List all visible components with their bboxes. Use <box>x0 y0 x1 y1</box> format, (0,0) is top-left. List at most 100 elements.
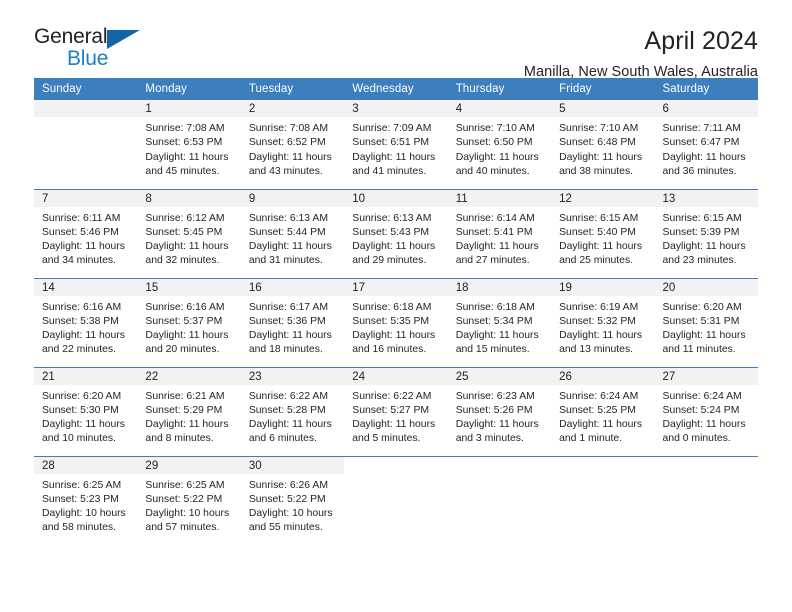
calendar-day-cell[interactable]: 22 Sunrise: 6:21 AM Sunset: 5:29 PM Dayligh… <box>137 366 241 456</box>
daylight-duration-line1: Daylight: 11 hours <box>559 419 643 431</box>
calendar-day-cell[interactable]: 2 Sunrise: 7:08 AM Sunset: 6:52 PM Daylight… <box>240 100 345 189</box>
calendar-day-cell[interactable]: 28 Sunrise: 6:25 AM Sunset: 5:23 PM Dayligh… <box>34 455 138 545</box>
sunset-time: Sunset: 5:22 PM <box>248 493 326 505</box>
day-number: 28 <box>34 456 138 474</box>
daylight-duration-line2: and 45 minutes. <box>145 165 220 177</box>
calendar-day-cell[interactable]: 4 Sunrise: 7:10 AM Sunset: 6:50 PM Daylight… <box>447 100 552 189</box>
calendar-day-cell[interactable]: 19 Sunrise: 6:19 AM Sunset: 5:32 PM Dayligh… <box>551 277 655 367</box>
daylight-duration-line2: and 55 minutes. <box>248 522 323 534</box>
sunset-time: Sunset: 5:39 PM <box>662 226 740 238</box>
day-details: Sunrise: 7:08 AM Sunset: 6:52 PM Daylight:… <box>241 117 344 179</box>
sunset-time: Sunset: 5:37 PM <box>145 315 223 327</box>
day-details: Sunrise: 6:16 AM Sunset: 5:38 PM Daylight:… <box>34 296 137 358</box>
daylight-duration-line1: Daylight: 11 hours <box>42 241 125 253</box>
day-number: 1 <box>137 100 241 117</box>
sunrise-time: Sunrise: 6:16 AM <box>42 301 122 313</box>
calendar-day-cell[interactable]: 9 Sunrise: 6:13 AM Sunset: 5:44 PM Daylight… <box>240 188 345 278</box>
calendar-empty-cell <box>447 455 552 545</box>
daylight-duration-line1: Daylight: 11 hours <box>662 151 746 163</box>
calendar-day-cell[interactable]: 17 Sunrise: 6:18 AM Sunset: 5:35 PM Dayligh… <box>344 277 448 367</box>
weekday-header-tuesday: Tuesday <box>240 78 345 100</box>
day-number: 7 <box>34 189 138 207</box>
calendar-day-cell[interactable]: 13 Sunrise: 6:15 AM Sunset: 5:39 PM Dayligh… <box>654 188 758 278</box>
daylight-duration-line1: Daylight: 11 hours <box>145 330 229 342</box>
daylight-duration-line1: Daylight: 10 hours <box>248 508 333 520</box>
calendar-day-cell[interactable]: 12 Sunrise: 6:15 AM Sunset: 5:40 PM Dayligh… <box>551 188 655 278</box>
sunset-time: Sunset: 6:52 PM <box>248 137 326 149</box>
calendar-day-cell[interactable]: 7 Sunrise: 6:11 AM Sunset: 5:46 PM Daylight… <box>34 188 138 278</box>
logo-text-general: General <box>34 25 108 48</box>
daylight-duration-line2: and 43 minutes. <box>248 165 323 177</box>
daylight-duration-line2: and 15 minutes. <box>455 344 530 356</box>
day-details: Sunrise: 6:24 AM Sunset: 5:24 PM Daylight:… <box>655 385 758 447</box>
logo-triangle-icon <box>107 30 140 49</box>
day-number: 23 <box>240 367 345 385</box>
general-blue-logo[interactable]: General Blue <box>34 26 184 76</box>
day-number: 6 <box>654 100 758 117</box>
day-details: Sunrise: 7:10 AM Sunset: 6:50 PM Daylight:… <box>448 117 551 179</box>
calendar-body: 1 Sunrise: 7:08 AM Sunset: 6:53 PM Daylight… <box>34 100 758 545</box>
daylight-duration-line2: and 36 minutes. <box>662 165 737 177</box>
daylight-duration-line2: and 22 minutes. <box>42 344 116 356</box>
daylight-duration-line2: and 31 minutes. <box>248 255 323 267</box>
calendar-day-cell[interactable]: 3 Sunrise: 7:09 AM Sunset: 6:51 PM Daylight… <box>344 100 448 189</box>
sunset-time: Sunset: 5:35 PM <box>352 315 430 327</box>
calendar-day-cell[interactable]: 23 Sunrise: 6:22 AM Sunset: 5:28 PM Dayligh… <box>240 366 345 456</box>
calendar-day-cell[interactable]: 16 Sunrise: 6:17 AM Sunset: 5:36 PM Dayligh… <box>240 277 345 367</box>
sunrise-time: Sunrise: 6:20 AM <box>662 301 742 313</box>
sunrise-time: Sunrise: 6:15 AM <box>559 212 639 224</box>
day-number: 25 <box>447 367 552 385</box>
calendar-day-cell[interactable]: 30 Sunrise: 6:26 AM Sunset: 5:22 PM Dayligh… <box>240 455 345 545</box>
day-number: 22 <box>137 367 241 385</box>
sunrise-time: Sunrise: 6:24 AM <box>559 390 639 402</box>
sunrise-time: Sunrise: 6:22 AM <box>352 390 432 402</box>
day-number: 30 <box>240 456 345 474</box>
calendar-day-cell[interactable]: 27 Sunrise: 6:24 AM Sunset: 5:24 PM Dayligh… <box>654 366 758 456</box>
day-details: Sunrise: 6:12 AM Sunset: 5:45 PM Daylight:… <box>137 207 240 269</box>
sunset-time: Sunset: 6:53 PM <box>145 137 223 149</box>
calendar-wrapper: Sunday Monday Tuesday Wednesday Thursday… <box>0 78 792 545</box>
daylight-duration-line2: and 32 minutes. <box>145 255 220 267</box>
calendar-day-cell[interactable]: 5 Sunrise: 7:10 AM Sunset: 6:48 PM Daylight… <box>551 100 655 189</box>
daylight-duration-line1: Daylight: 10 hours <box>42 508 126 520</box>
calendar-day-cell[interactable]: 1 Sunrise: 7:08 AM Sunset: 6:53 PM Daylight… <box>137 100 241 189</box>
calendar-empty-cell <box>34 100 138 189</box>
calendar-day-cell[interactable]: 6 Sunrise: 7:11 AM Sunset: 6:47 PM Daylight… <box>654 100 758 189</box>
daylight-duration-line1: Daylight: 11 hours <box>145 419 229 431</box>
sunrise-time: Sunrise: 7:10 AM <box>559 123 639 134</box>
day-number: 27 <box>654 367 758 385</box>
calendar-day-cell[interactable]: 11 Sunrise: 6:14 AM Sunset: 5:41 PM Dayligh… <box>447 188 552 278</box>
day-number: 24 <box>344 367 448 385</box>
calendar-day-cell[interactable]: 20 Sunrise: 6:20 AM Sunset: 5:31 PM Dayligh… <box>654 277 758 367</box>
calendar-day-cell[interactable]: 26 Sunrise: 6:24 AM Sunset: 5:25 PM Dayligh… <box>551 366 655 456</box>
calendar-day-cell[interactable]: 21 Sunrise: 6:20 AM Sunset: 5:30 PM Dayligh… <box>34 366 138 456</box>
calendar-day-cell[interactable]: 14 Sunrise: 6:16 AM Sunset: 5:38 PM Dayligh… <box>34 277 138 367</box>
calendar-day-cell[interactable]: 8 Sunrise: 6:12 AM Sunset: 5:45 PM Daylight… <box>137 188 241 278</box>
sunrise-time: Sunrise: 6:14 AM <box>455 212 535 224</box>
sunset-time: Sunset: 5:32 PM <box>559 315 636 327</box>
calendar-day-cell[interactable]: 18 Sunrise: 6:18 AM Sunset: 5:34 PM Dayligh… <box>447 277 552 367</box>
day-number <box>655 457 758 474</box>
daylight-duration-line1: Daylight: 11 hours <box>352 151 436 163</box>
calendar-day-cell[interactable]: 15 Sunrise: 6:16 AM Sunset: 5:37 PM Dayligh… <box>137 277 241 367</box>
sunrise-time: Sunrise: 7:09 AM <box>352 123 432 134</box>
calendar-week-row: 7 Sunrise: 6:11 AM Sunset: 5:46 PM Daylight… <box>34 188 758 278</box>
daylight-duration-line1: Daylight: 11 hours <box>248 419 332 431</box>
page-title: April 2024 <box>644 27 758 55</box>
sunset-time: Sunset: 5:38 PM <box>42 315 119 327</box>
calendar-day-cell[interactable]: 24 Sunrise: 6:22 AM Sunset: 5:27 PM Dayligh… <box>344 366 448 456</box>
sunset-time: Sunset: 5:44 PM <box>248 226 326 238</box>
sunset-time: Sunset: 6:47 PM <box>662 137 740 149</box>
day-number: 20 <box>654 278 758 296</box>
day-details: Sunrise: 6:13 AM Sunset: 5:44 PM Daylight:… <box>241 207 344 269</box>
day-number <box>448 457 551 474</box>
daylight-duration-line1: Daylight: 11 hours <box>559 241 643 253</box>
daylight-duration-line2: and 57 minutes. <box>145 522 220 534</box>
calendar-day-cell[interactable]: 25 Sunrise: 6:23 AM Sunset: 5:26 PM Dayligh… <box>447 366 552 456</box>
calendar-day-cell[interactable]: 10 Sunrise: 6:13 AM Sunset: 5:43 PM Dayligh… <box>344 188 448 278</box>
day-number: 12 <box>551 189 655 207</box>
daylight-duration-line1: Daylight: 11 hours <box>662 419 746 431</box>
daylight-duration-line1: Daylight: 11 hours <box>42 330 125 342</box>
page-subtitle: Manilla, New South Wales, Australia <box>523 63 758 80</box>
calendar-day-cell[interactable]: 29 Sunrise: 6:25 AM Sunset: 5:22 PM Dayligh… <box>137 455 241 545</box>
